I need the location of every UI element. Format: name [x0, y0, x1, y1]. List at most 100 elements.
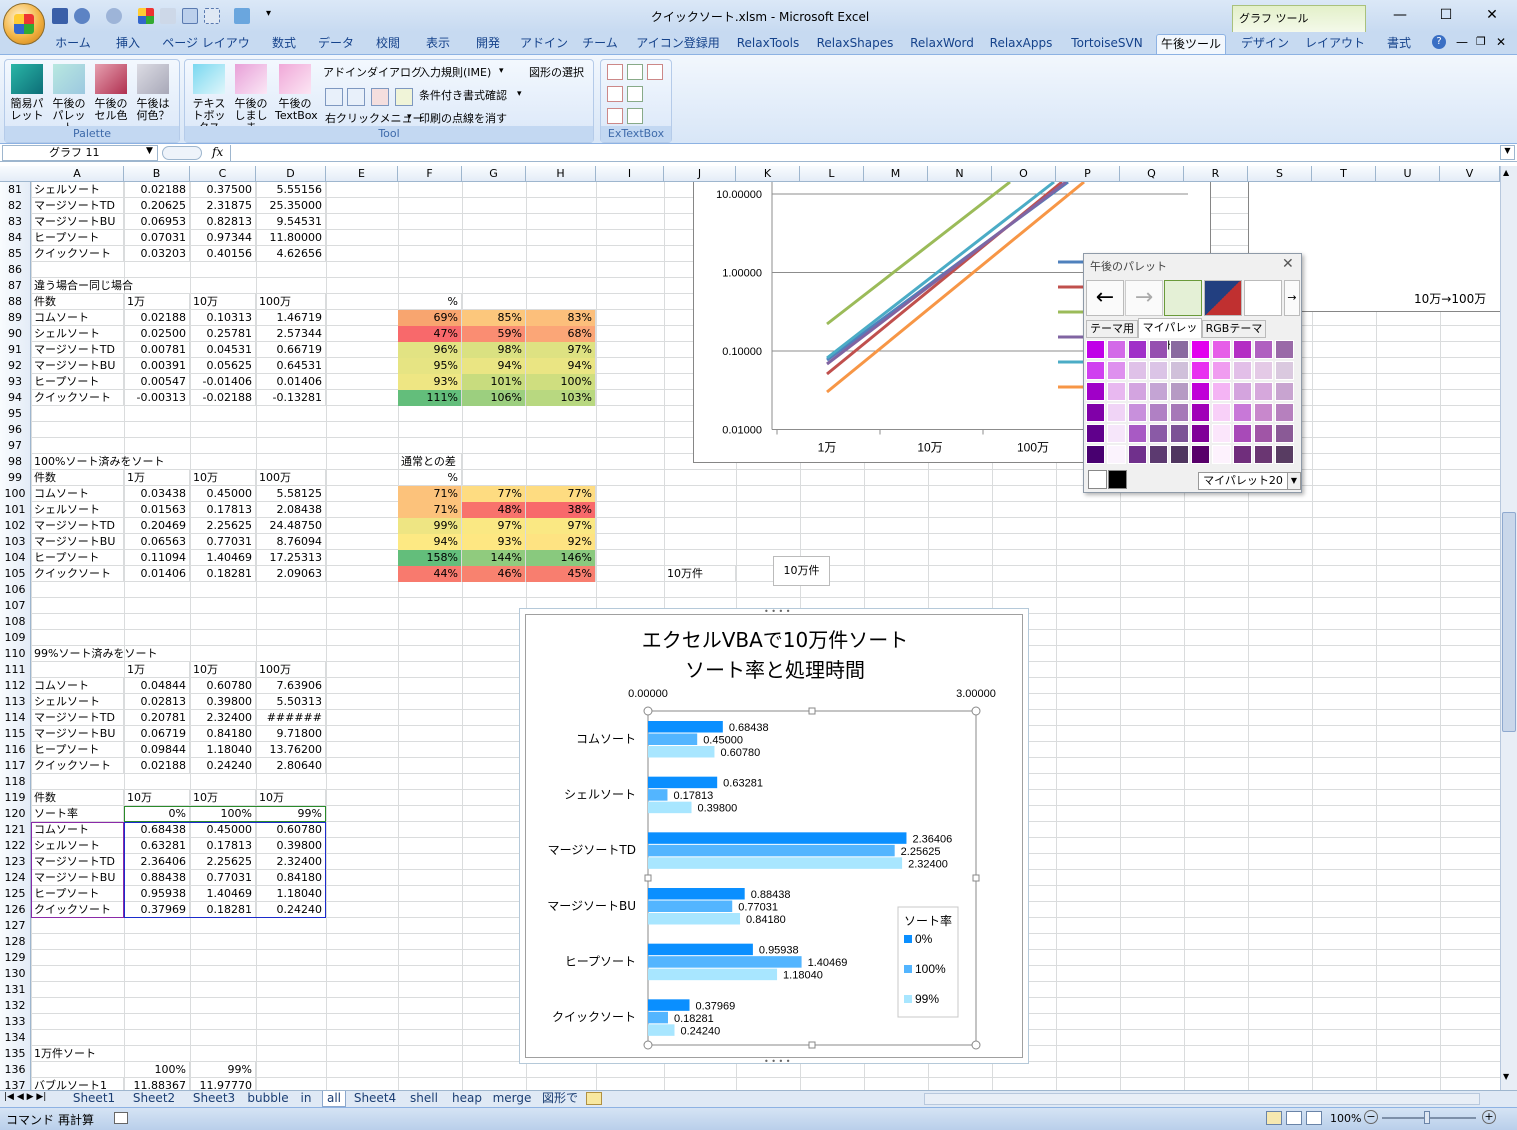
tab-relaxword[interactable]: RelaxWord: [906, 34, 978, 54]
row-header[interactable]: 85: [0, 246, 31, 262]
row-header[interactable]: 124: [0, 870, 31, 886]
sheet-tab-9[interactable]: heap: [448, 1091, 486, 1107]
cell-c136[interactable]: 99%: [190, 1062, 256, 1078]
right-click-dropdown-icon[interactable]: ▾: [407, 112, 412, 122]
palette-swatch[interactable]: [1107, 424, 1126, 443]
row-header[interactable]: 130: [0, 966, 31, 982]
cell-h90[interactable]: 68%: [526, 326, 596, 342]
formula-expand-icon[interactable]: ▼: [1500, 145, 1515, 160]
cell-d102[interactable]: 24.48750: [256, 518, 326, 534]
palette-select-dropdown-icon[interactable]: ▼: [1287, 472, 1301, 490]
sheet-tab-4[interactable]: bubble: [246, 1091, 290, 1107]
cell-d93[interactable]: 0.01406: [256, 374, 326, 390]
palette-swatch[interactable]: [1170, 445, 1189, 464]
row-header[interactable]: 123: [0, 854, 31, 870]
cell-b117[interactable]: 0.02188: [124, 758, 190, 774]
cell-d116[interactable]: 13.76200: [256, 742, 326, 758]
gogo-textbox-button[interactable]: 午後のTextBox: [275, 64, 318, 126]
cell-c85[interactable]: 0.40156: [190, 246, 256, 262]
row-header[interactable]: 102: [0, 518, 31, 534]
palette-swatch[interactable]: [1107, 382, 1126, 401]
cell-b113[interactable]: 0.02813: [124, 694, 190, 710]
undo-icon[interactable]: [74, 8, 90, 24]
palette-swatch[interactable]: [1086, 403, 1105, 422]
cell-c93[interactable]: -0.01406: [190, 374, 256, 390]
row-header[interactable]: 115: [0, 726, 31, 742]
palette-swatch[interactable]: [1191, 361, 1210, 380]
cell-a83[interactable]: マージソートBU: [31, 214, 124, 230]
workbook-close-icon[interactable]: ✕: [1496, 35, 1506, 49]
tab-view[interactable]: 表示: [418, 34, 458, 54]
palette-swatch[interactable]: [1086, 382, 1105, 401]
sheet-tab-7[interactable]: Sheet4: [350, 1091, 400, 1107]
row-header[interactable]: 107: [0, 598, 31, 614]
cell-f98[interactable]: 通常との差: [398, 454, 462, 470]
cell-h105[interactable]: 45%: [526, 566, 596, 582]
insert-sheet-icon[interactable]: [586, 1092, 602, 1105]
name-box[interactable]: グラフ 11: [2, 145, 158, 161]
palette-swatch[interactable]: [1170, 382, 1189, 401]
cell-d113[interactable]: 5.50313: [256, 694, 326, 710]
cell-b105[interactable]: 0.01406: [124, 566, 190, 582]
palette-swatch[interactable]: [1233, 340, 1252, 359]
cell-b82[interactable]: 0.20625: [124, 198, 190, 214]
zoom-in-icon[interactable]: +: [1482, 1110, 1496, 1124]
palette-swatch[interactable]: [1107, 340, 1126, 359]
normal-view-icon[interactable]: [1266, 1111, 1282, 1125]
cell-d90[interactable]: 2.57344: [256, 326, 326, 342]
cell-g103[interactable]: 93%: [462, 534, 526, 550]
status-recalc[interactable]: 再計算: [58, 1111, 94, 1128]
palette-eyedropper-icon[interactable]: [1244, 280, 1282, 316]
cell-c102[interactable]: 2.25625: [190, 518, 256, 534]
cell-a100[interactable]: コムソート: [31, 486, 124, 502]
tab-tortoisesvn[interactable]: TortoiseSVN: [1066, 34, 1148, 54]
cell-g89[interactable]: 85%: [462, 310, 526, 326]
palette-back-button[interactable]: ←: [1086, 280, 1124, 316]
row-header[interactable]: 88: [0, 294, 31, 310]
cell-f92[interactable]: 95%: [398, 358, 462, 374]
cell-d85[interactable]: 4.62656: [256, 246, 326, 262]
cell-c114[interactable]: 2.32400: [190, 710, 256, 726]
ribbon-minimize-icon[interactable]: —: [1456, 35, 1468, 49]
palette-next-arrow-icon[interactable]: →: [1284, 280, 1300, 316]
cell-h100[interactable]: 77%: [526, 486, 596, 502]
sheet-tab-10[interactable]: merge: [490, 1091, 534, 1107]
row-header[interactable]: 81: [0, 182, 31, 198]
cell-h94[interactable]: 103%: [526, 390, 596, 406]
row-header[interactable]: 120: [0, 806, 31, 822]
row-header[interactable]: 137: [0, 1078, 31, 1090]
cell-d88[interactable]: 100万: [256, 294, 326, 310]
cell-c103[interactable]: 0.77031: [190, 534, 256, 550]
row-header[interactable]: 136: [0, 1062, 31, 1078]
cursor-icon[interactable]: [160, 8, 176, 24]
image-icon[interactable]: [234, 8, 250, 24]
cell-h101[interactable]: 38%: [526, 502, 596, 518]
palette-swatch[interactable]: [1275, 340, 1294, 359]
row-header[interactable]: 109: [0, 630, 31, 646]
palette-swatch[interactable]: [1128, 340, 1147, 359]
palette-swatch[interactable]: [1128, 403, 1147, 422]
cell-a91[interactable]: マージソートTD: [31, 342, 124, 358]
cell-c112[interactable]: 0.60780: [190, 678, 256, 694]
row-header[interactable]: 122: [0, 838, 31, 854]
row-header[interactable]: 95: [0, 406, 31, 422]
cell-d81[interactable]: 5.55156: [256, 182, 326, 198]
column-header-t[interactable]: T: [1312, 166, 1376, 182]
palette-swatch[interactable]: [1191, 445, 1210, 464]
cell-c105[interactable]: 0.18281: [190, 566, 256, 582]
cell-a115[interactable]: マージソートBU: [31, 726, 124, 742]
tab-formulas[interactable]: 数式: [262, 34, 306, 54]
cell-a114[interactable]: マージソートTD: [31, 710, 124, 726]
textbox-shape[interactable]: 10万件: [773, 556, 830, 586]
palette-swatch[interactable]: [1233, 361, 1252, 380]
tab-relaxapps[interactable]: RelaxApps: [986, 34, 1056, 54]
macro-record-icon[interactable]: [114, 1112, 128, 1124]
cell-g105[interactable]: 46%: [462, 566, 526, 582]
layout-btn-3-icon[interactable]: [371, 88, 389, 106]
cell-c119[interactable]: 10万: [190, 790, 256, 806]
column-header-r[interactable]: R: [1184, 166, 1248, 182]
gogo-stripes-button[interactable]: 午後のしましま: [231, 64, 271, 134]
cell-d82[interactable]: 25.35000: [256, 198, 326, 214]
palette-swatch[interactable]: [1086, 361, 1105, 380]
column-header-l[interactable]: L: [800, 166, 864, 182]
